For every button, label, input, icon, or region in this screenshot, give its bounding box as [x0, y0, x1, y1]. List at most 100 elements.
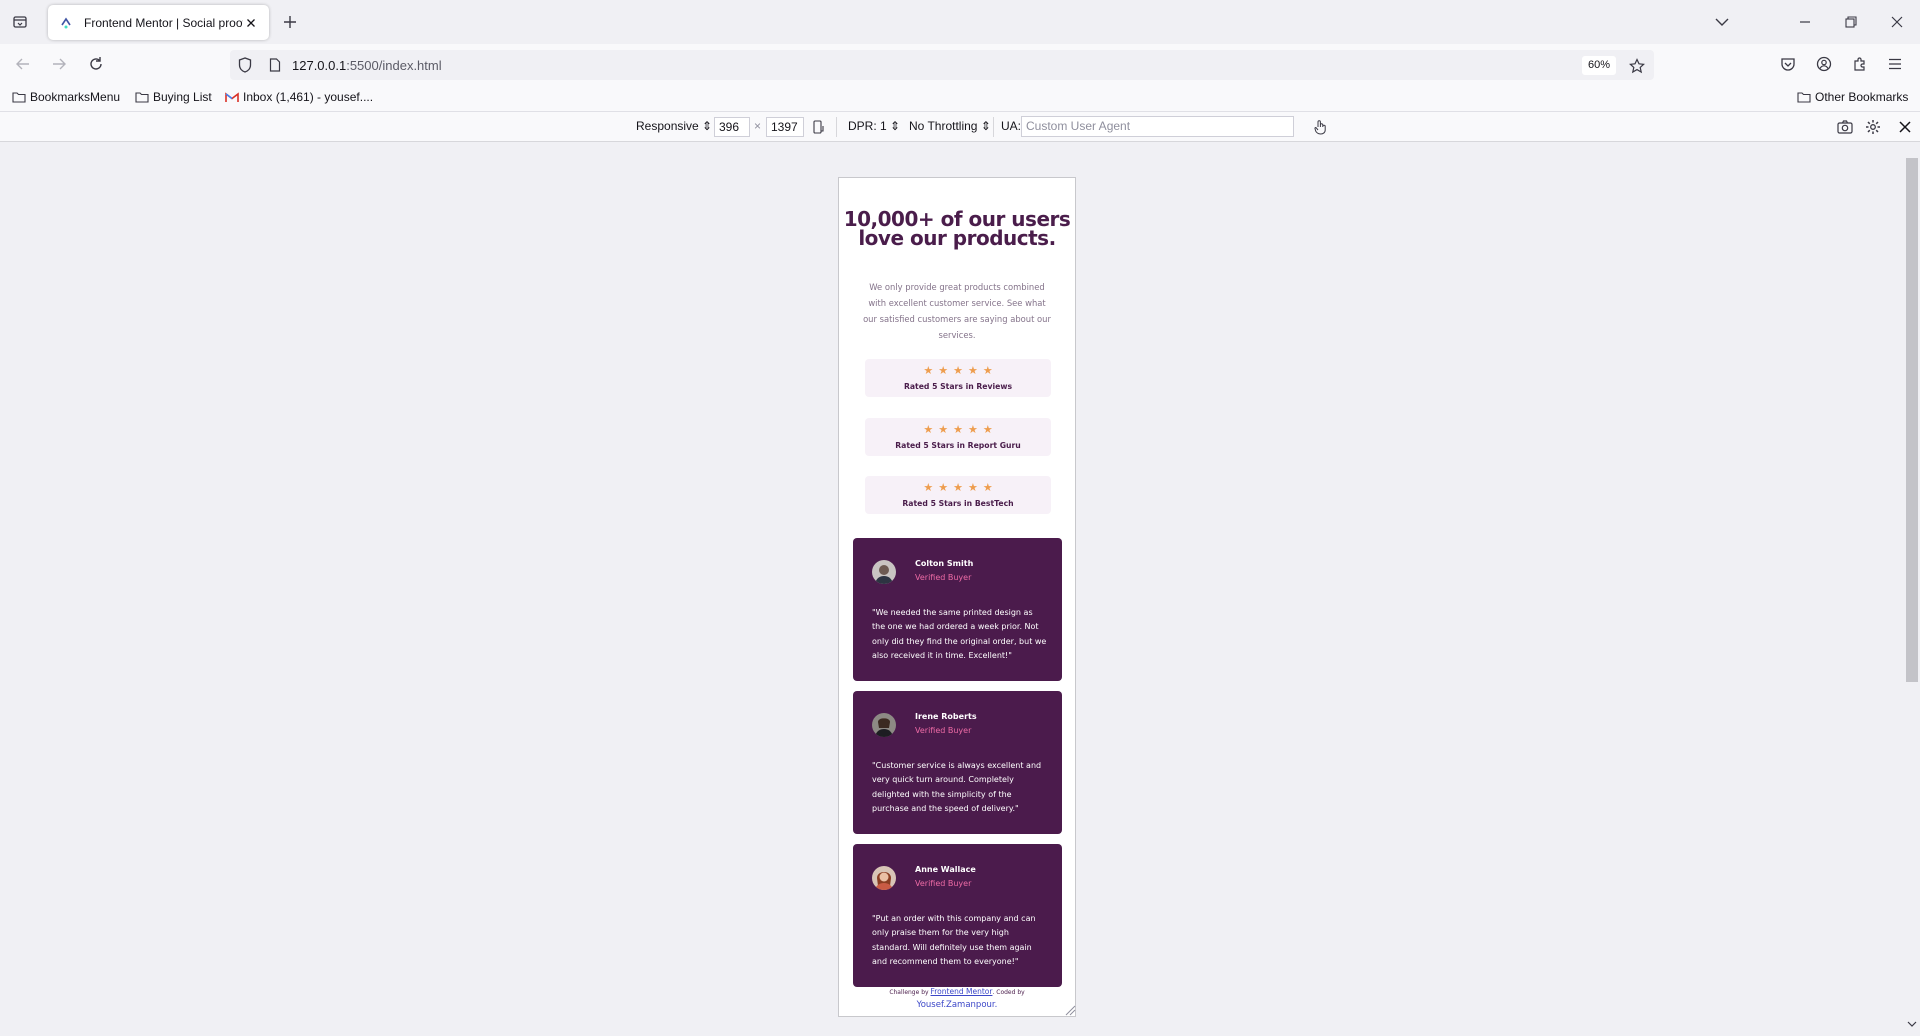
star-icon: ★ [923, 481, 934, 494]
frontend-mentor-link[interactable]: Frontend Mentor [931, 987, 993, 996]
reviewer-role: Verified Buyer [915, 879, 972, 888]
hamburger-menu-icon[interactable] [1885, 54, 1905, 74]
bookmark-buying-list[interactable]: Buying List [135, 90, 212, 104]
bookmark-other-bookmarks[interactable]: Other Bookmarks [1797, 90, 1908, 104]
scrollbar-thumb[interactable] [1906, 158, 1918, 682]
star-icon: ★ [982, 364, 993, 377]
tab-active[interactable]: Frontend Mentor | Social proof [48, 5, 269, 40]
rating-card: ★ ★ ★ ★ ★ Rated 5 Stars in Reviews [865, 359, 1051, 397]
star-rating: ★ ★ ★ ★ ★ [865, 424, 1051, 435]
restore-window-icon[interactable] [1841, 12, 1861, 32]
zoom-level-badge[interactable]: 60% [1582, 56, 1617, 75]
device-selector[interactable]: Responsive ⇕ [636, 119, 712, 133]
close-tab-icon[interactable] [243, 15, 259, 31]
touch-simulation-icon[interactable] [1311, 118, 1329, 136]
star-icon: ★ [923, 423, 934, 436]
bookmark-label: Other Bookmarks [1815, 90, 1909, 104]
star-icon: ★ [967, 423, 978, 436]
folder-icon [135, 92, 149, 103]
frontend-mentor-favicon-icon [58, 15, 74, 31]
address-bar[interactable]: 127.0.0.1:5500/index.html 60% [230, 50, 1654, 80]
review-card: Irene Roberts Verified Buyer "Customer s… [853, 691, 1062, 834]
rating-text: Rated 5 Stars in Reviews [903, 382, 1013, 391]
dpr-selector[interactable]: DPR: 1 ⇕ [848, 119, 900, 133]
toolbar-separator [836, 117, 837, 137]
user-agent-input[interactable]: Custom User Agent [1021, 116, 1294, 137]
rating-text: Rated 5 Stars in BestTech [902, 499, 1014, 508]
ua-label: UA: [1001, 119, 1022, 133]
pocket-icon[interactable] [1778, 54, 1798, 74]
rating-card: ★ ★ ★ ★ ★ Rated 5 Stars in BestTech [865, 476, 1051, 514]
review-quote: "Put an order with this company and can … [872, 914, 1036, 967]
reload-icon[interactable] [86, 54, 106, 74]
star-icon: ★ [967, 364, 978, 377]
review-quote: "Customer service is always excellent an… [872, 761, 1042, 814]
reviewer-name: Anne Wallace [915, 865, 976, 874]
settings-gear-icon[interactable] [1864, 118, 1882, 136]
throttling-label: No Throttling [909, 119, 978, 133]
list-all-tabs-chevron-icon[interactable] [1712, 12, 1732, 32]
star-icon: ★ [938, 364, 949, 377]
bookmarks-toolbar: BookmarksMenu Buying List Inbox (1,461) … [0, 85, 1920, 112]
bookmark-label: Buying List [153, 90, 212, 104]
url-path: :5500/index.html [346, 58, 442, 73]
page-description: We only provide great products combined … [863, 282, 1051, 340]
viewport-height-input[interactable]: 1397 [766, 117, 804, 137]
star-icon: ★ [967, 481, 978, 494]
forward-arrow-icon[interactable] [49, 54, 69, 74]
avatar [872, 713, 896, 737]
new-tab-icon[interactable] [280, 12, 300, 32]
folder-icon [1797, 92, 1811, 103]
bookmark-bookmarks-menu[interactable]: BookmarksMenu [12, 90, 120, 104]
close-window-icon[interactable] [1887, 12, 1907, 32]
viewport-width-input[interactable]: 396 [714, 117, 750, 137]
tracking-protection-shield-icon[interactable] [237, 57, 253, 73]
viewport-resize-handle[interactable] [1062, 1002, 1076, 1016]
attribution-footer: Challenge by Frontend Mentor. Coded by Y… [839, 985, 1075, 1012]
star-icon: ★ [938, 423, 949, 436]
emulated-device-viewport: 10,000+ of our users love our products. … [838, 177, 1076, 1017]
star-icon: ★ [953, 481, 963, 494]
reviewer-name: Colton Smith [915, 559, 974, 568]
tab-list-icon[interactable] [8, 12, 32, 32]
review-card: Anne Wallace Verified Buyer "Put an orde… [853, 844, 1062, 987]
footer-middle: . Coded by [992, 989, 1025, 996]
star-icon: ★ [953, 423, 963, 436]
toolbar-separator [993, 117, 994, 137]
device-selector-label: Responsive [636, 119, 699, 133]
star-icon: ★ [982, 423, 993, 436]
back-arrow-icon[interactable] [13, 54, 33, 74]
close-responsive-mode-icon[interactable] [1896, 118, 1914, 136]
updown-arrows-icon: ⇕ [890, 119, 901, 133]
star-rating: ★ ★ ★ ★ ★ [865, 365, 1051, 376]
updown-arrows-icon: ⇕ [702, 119, 713, 133]
page-info-icon[interactable] [267, 57, 283, 73]
author-link[interactable]: Yousef.Zamanpour. [917, 1000, 998, 1010]
star-icon: ★ [938, 481, 949, 494]
url-text: 127.0.0.1:5500/index.html [292, 58, 442, 73]
rating-text: Rated 5 Stars in Report Guru [895, 441, 1021, 450]
bookmark-star-icon[interactable] [1627, 56, 1647, 76]
vertical-scrollbar[interactable] [1904, 142, 1920, 1036]
tab-title: Frontend Mentor | Social proof [84, 15, 243, 30]
rotate-viewport-icon[interactable] [810, 118, 828, 136]
review-card: Colton Smith Verified Buyer "We needed t… [853, 538, 1062, 681]
reviewer-name: Irene Roberts [915, 712, 977, 721]
responsive-design-toolbar: Responsive ⇕ 396 × 1397 DPR: 1 ⇕ No Thro… [0, 112, 1920, 142]
tab-bar: Frontend Mentor | Social proof [0, 0, 1920, 44]
avatar [872, 560, 896, 584]
star-icon: ★ [953, 364, 963, 377]
minimize-window-icon[interactable] [1795, 12, 1815, 32]
extensions-puzzle-icon[interactable] [1850, 54, 1870, 74]
star-icon: ★ [923, 364, 934, 377]
screenshot-camera-icon[interactable] [1836, 118, 1854, 136]
bookmark-gmail-inbox[interactable]: Inbox (1,461) - yousef.... [225, 90, 373, 104]
star-icon: ★ [982, 481, 993, 494]
updown-arrows-icon: ⇕ [980, 119, 991, 133]
account-icon[interactable] [1814, 54, 1834, 74]
review-quote: "We needed the same printed design as th… [872, 608, 1047, 661]
scroll-down-arrow-icon[interactable] [1907, 1020, 1917, 1028]
navigation-toolbar: 127.0.0.1:5500/index.html 60% [0, 44, 1920, 85]
throttling-selector[interactable]: No Throttling ⇕ [909, 119, 991, 133]
footer-prefix: Challenge by [889, 989, 929, 996]
